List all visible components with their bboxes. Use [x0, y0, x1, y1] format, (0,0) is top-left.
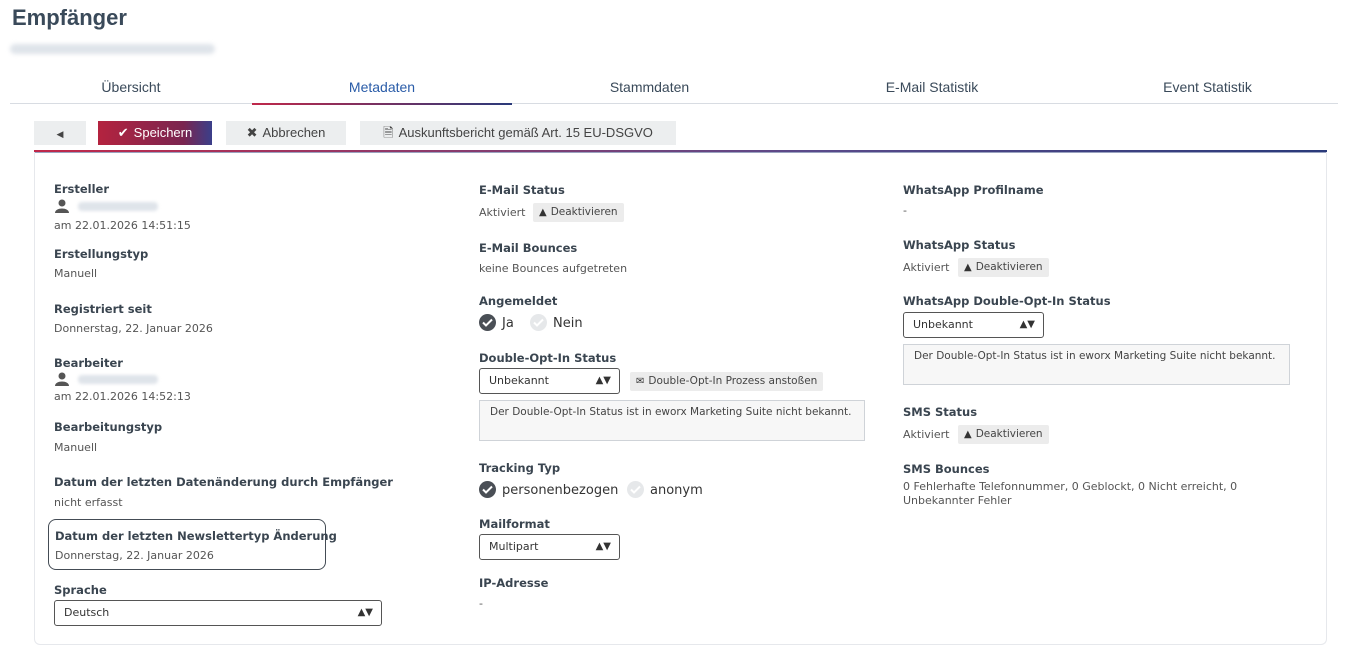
registered-value: Donnerstag, 22. Januar 2026	[54, 322, 213, 335]
user-icon	[55, 199, 69, 213]
ip-value: -	[479, 597, 483, 610]
warning-icon: ▲	[964, 429, 972, 440]
wa-status-value: Aktiviert	[903, 261, 950, 274]
sms-status-label: SMS Status	[903, 405, 978, 419]
envelope-icon: ✉	[636, 376, 645, 387]
mailformat-label: Mailformat	[479, 517, 550, 531]
tab-uebersicht[interactable]: Übersicht	[10, 70, 252, 104]
tracking-label: Tracking Typ	[479, 461, 561, 475]
doi-process-button[interactable]: ✉ Double-Opt-In Prozess anstoßen	[630, 372, 824, 391]
report-button[interactable]: 🗎 Auskunftsbericht gemäß Art. 15 EU-DSGVO	[360, 121, 676, 145]
email-deactivate-button[interactable]: ▲ Deaktivieren	[533, 203, 624, 222]
sms-status-value: Aktiviert	[903, 428, 950, 441]
last-change-label: Datum der letzten Datenänderung durch Em…	[54, 475, 393, 489]
tab-metadaten[interactable]: Metadaten	[252, 70, 512, 105]
sort-icon: ▲▼	[357, 607, 373, 618]
subscribed-yes-radio[interactable]: Ja	[479, 314, 514, 332]
caret-left-icon: ◀	[56, 129, 64, 139]
sms-deactivate-button[interactable]: ▲ Deaktivieren	[958, 425, 1049, 444]
sort-icon: ▲▼	[1019, 319, 1035, 330]
check-circle-icon	[530, 314, 547, 331]
recipient-email-blurred	[10, 44, 215, 54]
wa-doi-info-box: Der Double-Opt-In Status ist in eworx Ma…	[903, 344, 1290, 385]
email-status-label: E-Mail Status	[479, 183, 565, 197]
edit-type-value: Manuell	[54, 441, 98, 454]
creator-label: Ersteller	[54, 182, 110, 196]
sms-bounces-value: 0 Fehlerhafte Telefonnummer, 0 Geblockt,…	[903, 480, 1238, 507]
back-button[interactable]: ◀	[34, 121, 86, 145]
creation-type-label: Erstellungstyp	[54, 247, 149, 261]
edit-type-label: Bearbeitungstyp	[54, 420, 163, 434]
wa-deactivate-button[interactable]: ▲ Deaktivieren	[958, 258, 1049, 277]
editor-label: Bearbeiter	[54, 356, 123, 370]
tracking-personal-radio[interactable]: personenbezogen	[479, 481, 618, 499]
sort-icon: ▲▼	[595, 375, 611, 386]
wa-doi-label: WhatsApp Double-Opt-In Status	[903, 294, 1111, 308]
document-icon: 🗎	[383, 125, 394, 140]
editor-date: am 22.01.2026 14:52:13	[54, 390, 191, 403]
sort-icon: ▲▼	[595, 541, 611, 552]
tab-stammdaten[interactable]: Stammdaten	[512, 70, 787, 104]
wa-status-label: WhatsApp Status	[903, 238, 1016, 252]
check-icon: ✔	[117, 125, 129, 140]
warning-icon: ▲	[539, 207, 547, 218]
check-circle-icon	[627, 481, 644, 498]
wa-doi-select[interactable]: Unbekannt ▲▼	[903, 312, 1044, 338]
language-label: Sprache	[54, 583, 107, 597]
last-change-value: nicht erfasst	[54, 496, 123, 509]
bounces-label: E-Mail Bounces	[479, 241, 578, 255]
newsletter-change-value: Donnerstag, 22. Januar 2026	[55, 549, 214, 562]
creation-type-value: Manuell	[54, 267, 98, 280]
user-icon	[55, 372, 69, 386]
doi-info-box: Der Double-Opt-In Status ist in eworx Ma…	[479, 400, 865, 441]
page-title: Empfänger	[12, 5, 127, 30]
newsletter-change-highlight	[48, 519, 326, 570]
tab-event-statistik[interactable]: Event Statistik	[1077, 70, 1338, 104]
check-circle-icon	[479, 481, 496, 498]
save-button[interactable]: ✔ Speichern	[98, 121, 212, 145]
doi-select[interactable]: Unbekannt ▲▼	[479, 368, 620, 394]
bounces-value: keine Bounces aufgetreten	[479, 262, 628, 275]
tab-bar: Übersicht Metadaten Stammdaten E-Mail St…	[10, 70, 1338, 105]
tab-email-statistik[interactable]: E-Mail Statistik	[787, 70, 1077, 104]
doi-label: Double-Opt-In Status	[479, 351, 617, 365]
email-status-value: Aktiviert	[479, 206, 526, 219]
warning-icon: ▲	[964, 262, 972, 273]
sms-bounces-label: SMS Bounces	[903, 462, 990, 476]
ip-label: IP-Adresse	[479, 576, 549, 590]
check-circle-icon	[479, 314, 496, 331]
metadata-panel	[34, 152, 1327, 645]
subscribed-no-radio[interactable]: Nein	[530, 314, 583, 332]
toolbar: ◀ ✔ Speichern ✖ Abbrechen 🗎 Auskunftsberich…	[34, 119, 1327, 153]
mailformat-select[interactable]: Multipart ▲▼	[479, 534, 620, 560]
wa-profile-value: -	[903, 204, 907, 217]
registered-label: Registriert seit	[54, 302, 152, 316]
subscribed-label: Angemeldet	[479, 294, 558, 308]
creator-date: am 22.01.2026 14:51:15	[54, 219, 191, 232]
cancel-button[interactable]: ✖ Abbrechen	[226, 121, 346, 145]
tracking-anon-radio[interactable]: anonym	[627, 481, 703, 499]
newsletter-change-label: Datum der letzten Newslettertyp Änderung	[55, 529, 337, 543]
wa-profile-label: WhatsApp Profilname	[903, 183, 1044, 197]
creator-name-blurred	[78, 202, 158, 211]
times-icon: ✖	[246, 125, 258, 140]
language-select[interactable]: Deutsch ▲▼	[54, 600, 382, 626]
editor-name-blurred	[78, 375, 158, 384]
